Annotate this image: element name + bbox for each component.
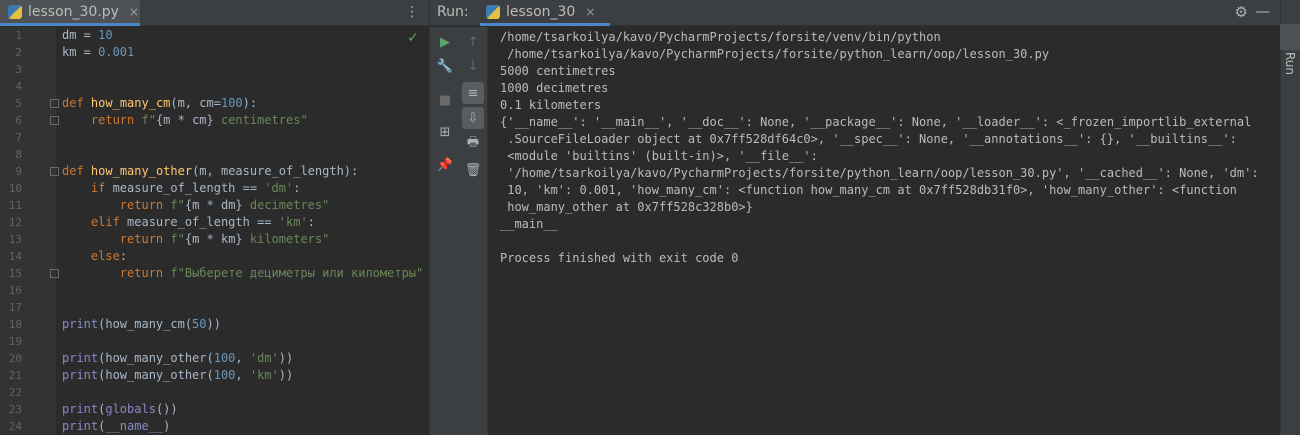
console-line: 10, 'km': 0.001, 'how_many_cm': <functio…	[500, 183, 1237, 197]
code-line: if measure_of_length == 'dm':	[90, 181, 301, 195]
code-line: else:	[90, 249, 128, 263]
gear-icon[interactable]: ⚙	[1235, 3, 1248, 21]
line-number: 7	[15, 131, 22, 144]
arrow-up-button[interactable]: ↑	[462, 31, 484, 53]
run-header: Run: lesson_30 × ⚙ —	[430, 0, 1280, 26]
code-line: dm = 10	[62, 28, 113, 42]
check-icon: ✓	[407, 30, 419, 46]
editor-tab-bar: lesson_30.py × ⋮	[0, 0, 429, 26]
line-number: 23	[8, 403, 22, 416]
console-line: /home/tsarkoilya/kavo/PycharmProjects/fo…	[500, 30, 941, 44]
line-number: 21	[8, 369, 22, 382]
run-tool-window: Run: lesson_30 × ⚙ — ▶ 🔧 ■ ⊞ 📌 ↑ ↓ ≡ ⇩ 🖶…	[430, 0, 1280, 435]
line-number: 15	[8, 267, 22, 280]
python-file-icon	[8, 4, 22, 19]
code-line: return f"{m * cm} centimetres"	[90, 113, 308, 127]
trash-button[interactable]: 🗑	[462, 159, 484, 181]
layout-button[interactable]: ⊞	[434, 121, 456, 143]
run-tab-label: lesson_30	[506, 3, 576, 20]
code-line: print(how_many_other(100, 'dm'))	[62, 351, 294, 365]
run-console-output[interactable]: /home/tsarkoilya/kavo/PycharmProjects/fo…	[488, 27, 1280, 435]
line-number: 20	[8, 352, 22, 365]
close-icon[interactable]: ×	[129, 5, 139, 19]
stop-button[interactable]: ■	[434, 89, 456, 111]
code-line: print(globals())	[62, 402, 178, 416]
editor-tab-label: lesson_30.py	[28, 3, 119, 20]
line-number: 24	[8, 420, 22, 433]
minimize-icon[interactable]: —	[1255, 2, 1270, 20]
code-line: km = 0.001	[62, 45, 135, 59]
arrow-down-button[interactable]: ↓	[462, 55, 484, 77]
code-line: print(__name__)	[62, 419, 171, 433]
code-line: print(how_many_cm(50))	[62, 317, 221, 331]
scroll-to-end-button[interactable]: ⇩	[462, 107, 484, 129]
more-options-icon[interactable]: ⋮	[405, 4, 419, 20]
line-number: 3	[15, 63, 22, 76]
line-number: 4	[15, 80, 22, 93]
line-number: 18	[8, 318, 22, 331]
code-line: return f"{m * dm} decimetres"	[119, 198, 330, 212]
code-line: def how_many_cm(m, cm=100):	[62, 96, 258, 110]
code-line: print(how_many_other(100, 'km'))	[62, 368, 294, 382]
line-number-gutter: 1 2 3 4 5 6 7 8 9 10 11 12 13 14 15 16 17 18 19 20 21 22 23 24	[0, 27, 59, 435]
line-number: 5	[15, 97, 22, 110]
console-line: <module 'builtins' (built-in)>, '__file_…	[500, 149, 818, 163]
line-number: 1	[15, 29, 22, 42]
line-number: 12	[8, 216, 22, 229]
run-toolbar: ▶ 🔧 ■ ⊞ 📌 ↑ ↓ ≡ ⇩ 🖶 🗑	[430, 27, 488, 435]
side-run-tab[interactable]: Run	[1280, 24, 1300, 75]
line-number: 10	[8, 182, 22, 195]
line-number: 2	[15, 46, 22, 59]
console-line: Process finished with exit code 0	[500, 251, 739, 265]
console-line: 5000 centimetres	[500, 64, 616, 78]
console-line: __main__	[500, 217, 558, 231]
line-number: 22	[8, 386, 22, 399]
console-line: 1000 decimetres	[500, 81, 609, 95]
line-number: 8	[15, 148, 22, 161]
editor-tab-lesson-30[interactable]: lesson_30.py ×	[0, 0, 140, 26]
rerun-button[interactable]: ▶	[434, 31, 456, 53]
editor-pane: lesson_30.py × ⋮ 1 2 3 4 5 6 7 8 9 10 11 12 13 14 15 16…	[0, 0, 430, 435]
line-number: 13	[8, 233, 22, 246]
console-line: 0.1 kilometers	[500, 98, 602, 112]
console-line: '/home/tsarkoilya/kavo/PycharmProjects/f…	[500, 166, 1259, 180]
line-number: 9	[15, 165, 22, 178]
line-number: 19	[8, 335, 22, 348]
line-number: 14	[8, 250, 22, 263]
code-line: return f"{m * km} kilometers"	[119, 232, 330, 246]
pin-button[interactable]: 📌	[434, 154, 456, 176]
line-number: 6	[15, 114, 22, 127]
console-line: how_many_other at 0x7ff528c328b0>}	[500, 200, 753, 214]
soft-wrap-button[interactable]: ≡	[462, 82, 484, 104]
console-line: /home/tsarkoilya/kavo/PycharmProjects/fo…	[500, 47, 1050, 61]
line-number: 17	[8, 301, 22, 314]
console-line: .SourceFileLoader object at 0x7ff528df64…	[500, 132, 1237, 146]
console-line: {'__name__': '__main__', '__doc__': None…	[500, 115, 1252, 129]
code-line: def how_many_other(m, measure_of_length)…	[62, 164, 359, 178]
run-tab-lesson-30[interactable]: lesson_30 ×	[480, 0, 610, 26]
python-run-icon	[486, 4, 500, 19]
code-area[interactable]: dm = 10 km = 0.001 def how_many_cm(m, cm=1…	[56, 27, 429, 435]
run-label: Run:	[437, 4, 469, 20]
line-number: 11	[8, 199, 22, 212]
side-run-label: Run	[1283, 52, 1297, 76]
print-button[interactable]: 🖶	[462, 133, 484, 155]
code-line: return f"Выберете дециметры или километр…	[119, 266, 424, 280]
wrench-button[interactable]: 🔧	[434, 55, 456, 77]
close-icon[interactable]: ×	[585, 5, 595, 19]
code-line: elif measure_of_length == 'km':	[90, 215, 315, 229]
line-number: 16	[8, 284, 22, 297]
